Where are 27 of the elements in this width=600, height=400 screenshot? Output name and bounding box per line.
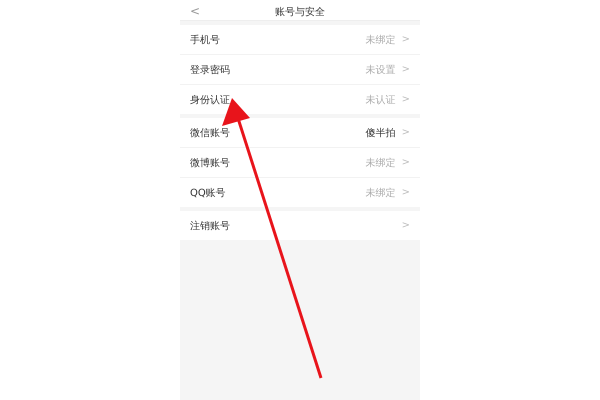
settings-row[interactable]: 手机号 未绑定 >: [180, 25, 420, 55]
row-label: 微博账号: [190, 156, 231, 170]
row-value: 未认证: [366, 94, 396, 106]
row-value: 未绑定: [366, 34, 396, 46]
row-label: 手机号: [190, 34, 221, 46]
chevron-icon: >: [402, 220, 410, 231]
chevron-icon: >: [402, 94, 410, 105]
page-title: 账号与安全: [275, 6, 325, 20]
chevron-icon: >: [402, 127, 410, 138]
row-value: 未绑定: [366, 186, 396, 200]
row-label: QQ账号: [190, 186, 227, 200]
settings-row[interactable]: 身份认证 未认证 >: [180, 85, 420, 114]
chevron-icon: >: [402, 187, 410, 198]
row-value: 未绑定: [366, 156, 396, 170]
row-label: 登录密码: [190, 64, 231, 76]
chevron-icon: >: [402, 64, 410, 75]
row-label: 微信账号: [190, 126, 231, 140]
settings-row[interactable]: 注销账号 >: [180, 211, 420, 240]
settings-row[interactable]: 微博账号 未绑定 >: [180, 148, 420, 178]
settings-row[interactable]: 登录密码 未设置 >: [180, 55, 420, 85]
row-value: 未设置: [366, 64, 396, 76]
row-value: 傻半拍: [366, 126, 396, 140]
settings-row[interactable]: QQ账号 未绑定 >: [180, 178, 420, 207]
row-label: 注销账号: [190, 220, 231, 232]
chevron-icon: >: [402, 34, 410, 45]
row-label: 身份认证: [190, 94, 231, 106]
chevron-icon: >: [402, 157, 410, 168]
